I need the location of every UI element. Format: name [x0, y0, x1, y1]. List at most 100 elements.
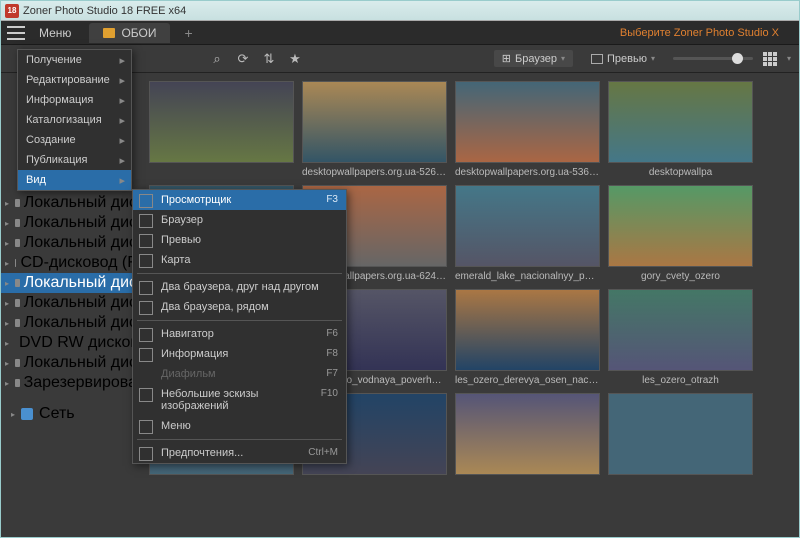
- expand-icon[interactable]: ▸: [5, 259, 9, 268]
- submenu-item[interactable]: Меню: [133, 416, 346, 436]
- menu-button[interactable]: Меню: [31, 26, 79, 40]
- thumbnail[interactable]: desktopwallpapers.org.ua-5261...: [302, 81, 447, 181]
- thumbnail[interactable]: desktopwallpapers.org.ua-5367...: [455, 81, 600, 181]
- window-title: Zoner Photo Studio 18 FREE x64: [23, 5, 186, 17]
- thumbnail-image: [608, 289, 753, 371]
- submenu-item[interactable]: Карта: [133, 250, 346, 270]
- menu-item[interactable]: Получение: [18, 50, 131, 70]
- expand-icon[interactable]: ▸: [5, 359, 9, 368]
- disk-icon: [15, 239, 20, 247]
- thumbnail-image: [302, 81, 447, 163]
- tree-item[interactable]: ▸Локальный дис: [1, 193, 141, 213]
- thumbnail[interactable]: [149, 81, 294, 181]
- shortcut: Ctrl+M: [308, 447, 338, 459]
- tree-label: Зарезервирова: [24, 374, 137, 392]
- submenu-item[interactable]: Небольшие эскизы изображенийF10: [133, 384, 346, 416]
- tree-label: Локальный дис: [24, 314, 137, 332]
- expand-icon[interactable]: ▸: [5, 319, 9, 328]
- submenu-item[interactable]: Два браузера, рядом: [133, 297, 346, 317]
- expand-icon[interactable]: ▸: [5, 379, 9, 388]
- submenu-label: Предпочтения...: [161, 447, 243, 459]
- grid-view-icon[interactable]: [763, 52, 777, 66]
- menu-item[interactable]: Каталогизация: [18, 110, 131, 130]
- preview-label: Превью: [607, 53, 647, 65]
- menu-item[interactable]: Публикация: [18, 150, 131, 170]
- thumbnail[interactable]: emerald_lake_nacionalnyy_park...: [455, 185, 600, 285]
- menu-icon: [139, 328, 153, 342]
- tree-label: DVD RW дисков: [19, 334, 139, 352]
- submenu-item[interactable]: Превью: [133, 230, 346, 250]
- refresh-icon[interactable]: ⟳: [235, 51, 251, 67]
- tab-active[interactable]: ОБОИ: [89, 23, 170, 43]
- tree-label: Локальный дис: [24, 294, 137, 312]
- thumbnail[interactable]: [455, 393, 600, 493]
- submenu-label: Браузер: [161, 214, 203, 226]
- sort-icon[interactable]: ⇅: [261, 51, 277, 67]
- expand-icon[interactable]: ▸: [5, 199, 9, 208]
- thumbnail-caption: desktopwallpapers.org.ua-5367...: [455, 163, 600, 181]
- thumbnail[interactable]: les_ozero_otrazh: [608, 289, 753, 389]
- browser-dropdown[interactable]: ⊞ Браузер ▾: [494, 50, 573, 67]
- tree-item[interactable]: ▸Локальный дис: [1, 213, 141, 233]
- network-label: Сеть: [39, 405, 75, 423]
- expand-icon[interactable]: ▸: [5, 219, 9, 228]
- thumbnail-caption: les_ozero_derevya_osen_nacion...: [455, 371, 600, 389]
- tree-label: Локальный дис: [24, 274, 137, 292]
- thumbnail[interactable]: desktopwallpa: [608, 81, 753, 181]
- tree-item[interactable]: ▸ Локальный дис: [1, 273, 141, 293]
- thumbnail[interactable]: les_ozero_derevya_osen_nacion...: [455, 289, 600, 389]
- tree-item[interactable]: ▸ Локальный дис: [1, 313, 141, 333]
- tree-item[interactable]: ▸CD-дисковод (F: [1, 253, 141, 273]
- zoom-slider[interactable]: [673, 57, 753, 60]
- thumbnail-caption: [149, 475, 294, 493]
- expand-icon[interactable]: ▸: [5, 299, 9, 308]
- menu-item[interactable]: Создание: [18, 130, 131, 150]
- menu-item[interactable]: Информация: [18, 90, 131, 110]
- tree-item[interactable]: ▸ Локальный дис: [1, 293, 141, 313]
- shortcut: F8: [326, 348, 338, 360]
- tree-label: Локальный дис: [24, 234, 137, 252]
- disk-icon: [15, 279, 20, 287]
- add-tab-button[interactable]: +: [184, 25, 192, 41]
- submenu-label: Превью: [161, 234, 201, 246]
- menu-icon: [139, 194, 153, 208]
- disk-icon: [15, 379, 20, 387]
- submenu-item[interactable]: ПросмотрщикF3: [133, 190, 346, 210]
- search-icon[interactable]: ⌕: [209, 51, 225, 67]
- view-submenu: ПросмотрщикF3 Браузер Превью Карта Два брауз…: [132, 189, 347, 464]
- shortcut: F3: [326, 194, 338, 206]
- promo-link[interactable]: Выберите Zoner Photo Studio X: [620, 27, 779, 39]
- tree-item[interactable]: ▸ Локальный дис: [1, 353, 141, 373]
- shortcut: F10: [321, 388, 338, 412]
- submenu-item: ДиафильмF7: [133, 364, 346, 384]
- tree-item[interactable]: ▸ DVD RW дисков: [1, 333, 141, 353]
- preview-dropdown[interactable]: Превью ▾: [583, 51, 663, 67]
- tree-item[interactable]: ▸ Зарезервирова: [1, 373, 141, 393]
- expand-icon[interactable]: ▸: [5, 339, 9, 348]
- submenu-item[interactable]: ИнформацияF8: [133, 344, 346, 364]
- network-item[interactable]: ▸ Сеть: [1, 401, 141, 427]
- thumbnail-image: [455, 289, 600, 371]
- thumbnail-image: [608, 185, 753, 267]
- tree-item[interactable]: ▸ Локальный дис: [1, 233, 141, 253]
- tree-label: Локальный дис: [24, 354, 137, 372]
- disk-icon: [15, 359, 20, 367]
- titlebar[interactable]: 18 Zoner Photo Studio 18 FREE x64: [1, 1, 799, 21]
- star-icon[interactable]: ★: [287, 51, 303, 67]
- expand-icon[interactable]: ▸: [5, 279, 9, 288]
- menu-item[interactable]: Редактирование: [18, 70, 131, 90]
- submenu-item[interactable]: Браузер: [133, 210, 346, 230]
- submenu-item[interactable]: Два браузера, друг над другом: [133, 277, 346, 297]
- thumbnail[interactable]: [608, 393, 753, 493]
- thumbnail[interactable]: gory_cvety_ozero: [608, 185, 753, 285]
- menu-icon: [139, 234, 153, 248]
- hamburger-icon[interactable]: [7, 26, 25, 40]
- thumbnail-image: [455, 185, 600, 267]
- submenu-item[interactable]: НавигаторF6: [133, 324, 346, 344]
- expand-icon[interactable]: ▸: [5, 239, 9, 248]
- menu-item[interactable]: Вид: [18, 170, 131, 190]
- submenu-item[interactable]: Предпочтения... Ctrl+M: [133, 443, 346, 463]
- submenu-label: Два браузера, рядом: [161, 301, 269, 313]
- tab-label: ОБОИ: [121, 26, 156, 40]
- submenu-label: Небольшие эскизы изображений: [161, 388, 321, 412]
